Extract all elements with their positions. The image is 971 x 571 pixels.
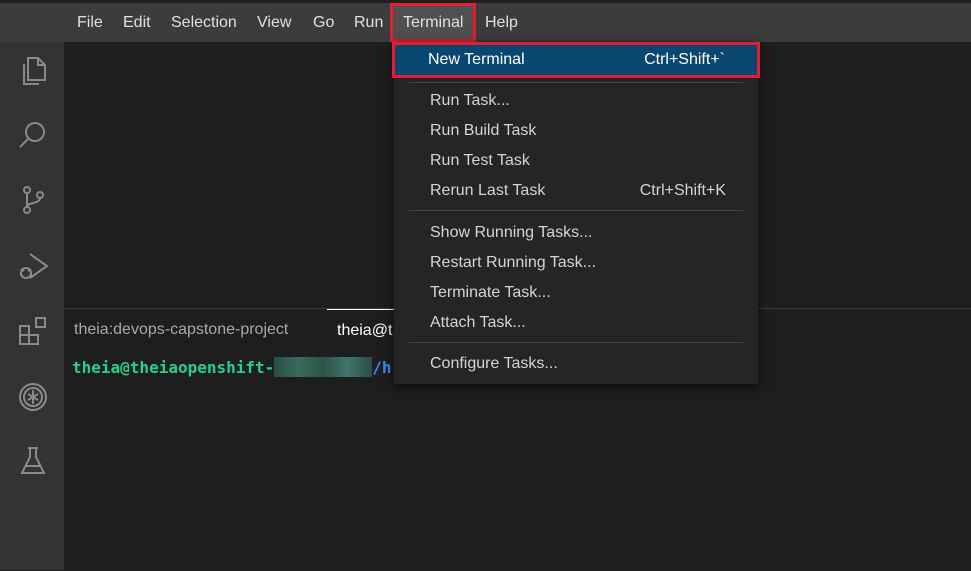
menu-item-label: Terminate Task... [430,284,551,301]
menu-separator [409,82,743,83]
search-icon[interactable] [16,118,50,152]
menu-file[interactable]: File [77,3,103,42]
menu-selection[interactable]: Selection [171,3,237,42]
menu-edit[interactable]: Edit [123,3,151,42]
menu-item-rerun-last-task[interactable]: Rerun Last Task Ctrl+Shift+K [394,176,758,206]
tab-terminal-active[interactable]: theia@t [327,309,403,350]
menu-item-attach-task[interactable]: Attach Task... [394,308,758,338]
tab-terminal-project[interactable]: theia:devops-capstone-project [64,309,298,349]
menu-item-label: Show Running Tasks... [430,224,593,241]
menu-bar: File Edit Selection View Go Run Terminal… [0,0,971,42]
menu-item-shortcut: Ctrl+Shift+K [639,182,726,199]
menu-help[interactable]: Help [485,3,518,42]
terminal-prompt[interactable]: theia@theiaopenshift- /h [72,357,392,377]
menu-item-run-test-task[interactable]: Run Test Task [394,146,758,176]
menu-terminal[interactable]: Terminal [390,3,477,42]
menu-item-show-running-tasks[interactable]: Show Running Tasks... [394,218,758,248]
menu-item-label: Run Build Task [430,122,537,139]
menu-separator [409,342,743,343]
menu-run[interactable]: Run [354,3,383,42]
run-debug-icon[interactable] [16,249,50,283]
menu-item-new-terminal[interactable]: New Terminal Ctrl+Shift+` [392,42,760,78]
menu-go[interactable]: Go [313,3,334,42]
menu-item-restart-running-task[interactable]: Restart Running Task... [394,248,758,278]
menu-item-label: Configure Tasks... [430,355,558,372]
menu-item-configure-tasks[interactable]: Configure Tasks... [394,349,758,379]
prompt-path: /h [372,358,392,377]
menu-separator [409,210,743,211]
activity-bar [0,42,64,570]
menu-item-label: Attach Task... [430,314,526,331]
openshift-icon[interactable] [16,380,50,414]
extensions-icon[interactable] [16,314,50,348]
source-control-icon[interactable] [16,183,50,217]
files-icon[interactable] [16,54,50,88]
menu-view[interactable]: View [257,3,291,42]
redacted-block [274,357,373,377]
menu-item-label: Run Test Task [430,152,530,169]
menu-item-label: Restart Running Task... [430,254,597,271]
menu-item-label: New Terminal [428,51,525,68]
menu-item-run-build-task[interactable]: Run Build Task [394,116,758,146]
menu-item-run-task[interactable]: Run Task... [394,86,758,116]
menu-item-label: Run Task... [430,92,510,109]
menu-item-terminate-task[interactable]: Terminate Task... [394,278,758,308]
testing-icon[interactable] [16,444,50,478]
menu-item-shortcut: Ctrl+Shift+` [644,51,725,68]
prompt-user: theia@theiaopenshift- [72,358,275,377]
terminal-menu-dropdown: New Terminal Ctrl+Shift+` Run Task... Ru… [392,42,760,384]
menu-item-label: Rerun Last Task [430,182,546,199]
